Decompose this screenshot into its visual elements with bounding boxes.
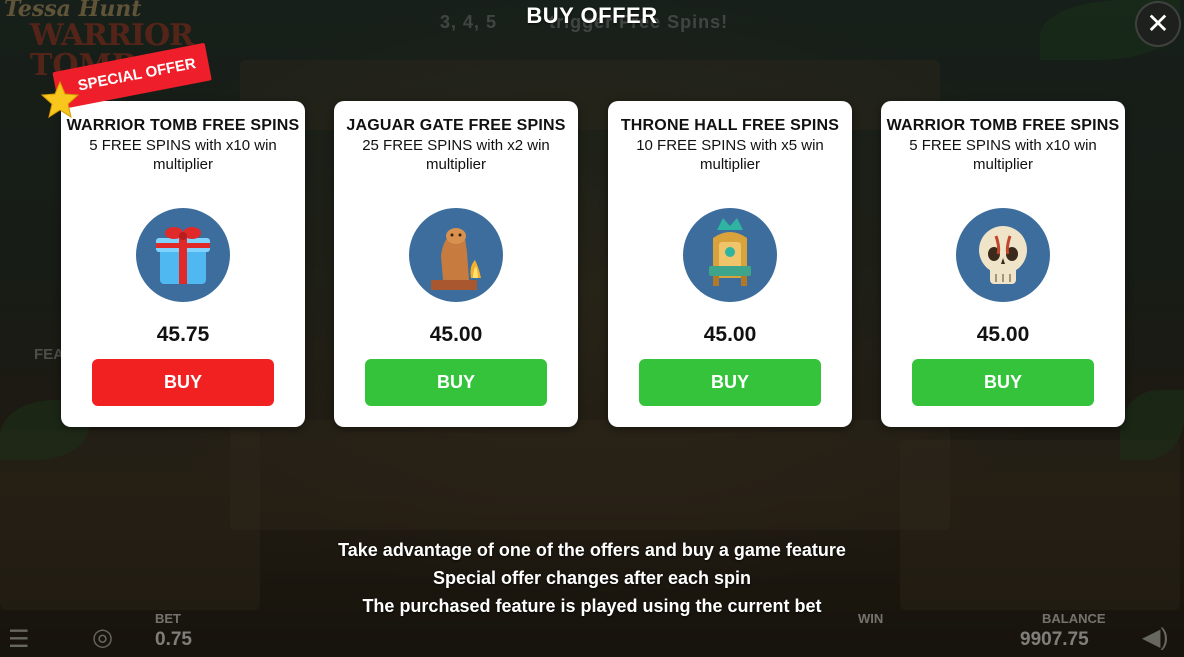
offer-price: 45.00 [429, 323, 483, 346]
balance-label: BALANCE [1042, 611, 1106, 626]
bottom-bar: ☰ ◎ BET 0.75 WIN BALANCE 9907.75 ◀) [0, 611, 1184, 657]
close-icon: ✕ [1146, 8, 1170, 39]
info-text: Take advantage of one of the offers and … [0, 536, 1184, 620]
gift-icon [136, 208, 230, 302]
offer-card: WARRIOR TOMB FREE SPINS 5 FREE SPINS wit… [881, 101, 1125, 427]
skull-icon [956, 208, 1050, 302]
offer-price: 45.75 [156, 323, 210, 346]
sound-icon: ◀) [1142, 624, 1169, 651]
offer-name: WARRIOR TOMB FREE SPINS [886, 117, 1120, 134]
offer-name: JAGUAR GATE FREE SPINS [346, 117, 566, 134]
dialog-title: BUY OFFER [526, 3, 658, 28]
menu-icon: ☰ [8, 626, 30, 653]
close-button[interactable]: ✕ [1135, 1, 1181, 47]
coins-icon: ◎ [92, 624, 113, 651]
offer-card: WARRIOR TOMB FREE SPINS 5 FREE SPINS wit… [61, 101, 305, 427]
offer-description: 25 FREE SPINS with x2 win multiplier [362, 137, 550, 173]
offer-description: 5 FREE SPINS with x10 win multiplier [909, 137, 1097, 173]
throne-icon [683, 208, 777, 302]
buy-button[interactable]: BUY [92, 359, 274, 406]
jaguar-statue-icon [409, 208, 503, 302]
info-line: Take advantage of one of the offers and … [338, 540, 846, 560]
offer-description: 5 FREE SPINS with x10 win multiplier [89, 137, 277, 173]
buy-button[interactable]: BUY [912, 359, 1094, 406]
offer-name: THRONE HALL FREE SPINS [620, 117, 840, 134]
offer-description: 10 FREE SPINS with x5 win multiplier [636, 137, 824, 173]
offer-price: 45.00 [703, 323, 757, 346]
offer-name: WARRIOR TOMB FREE SPINS [66, 117, 300, 134]
win-label: WIN [858, 611, 884, 626]
offer-card: JAGUAR GATE FREE SPINS 25 FREE SPINS wit… [334, 101, 578, 427]
bet-label: BET [155, 611, 181, 626]
star-icon [40, 80, 80, 119]
buy-button[interactable]: BUY [639, 359, 821, 406]
info-line: Special offer changes after each spin [432, 568, 752, 588]
offer-price: 45.00 [976, 323, 1030, 346]
balance-value: 9907.75 [1020, 629, 1089, 650]
bet-value: 0.75 [155, 629, 192, 650]
buy-button[interactable]: BUY [365, 359, 547, 406]
offer-card: THRONE HALL FREE SPINS 10 FREE SPINS wit… [608, 101, 852, 427]
